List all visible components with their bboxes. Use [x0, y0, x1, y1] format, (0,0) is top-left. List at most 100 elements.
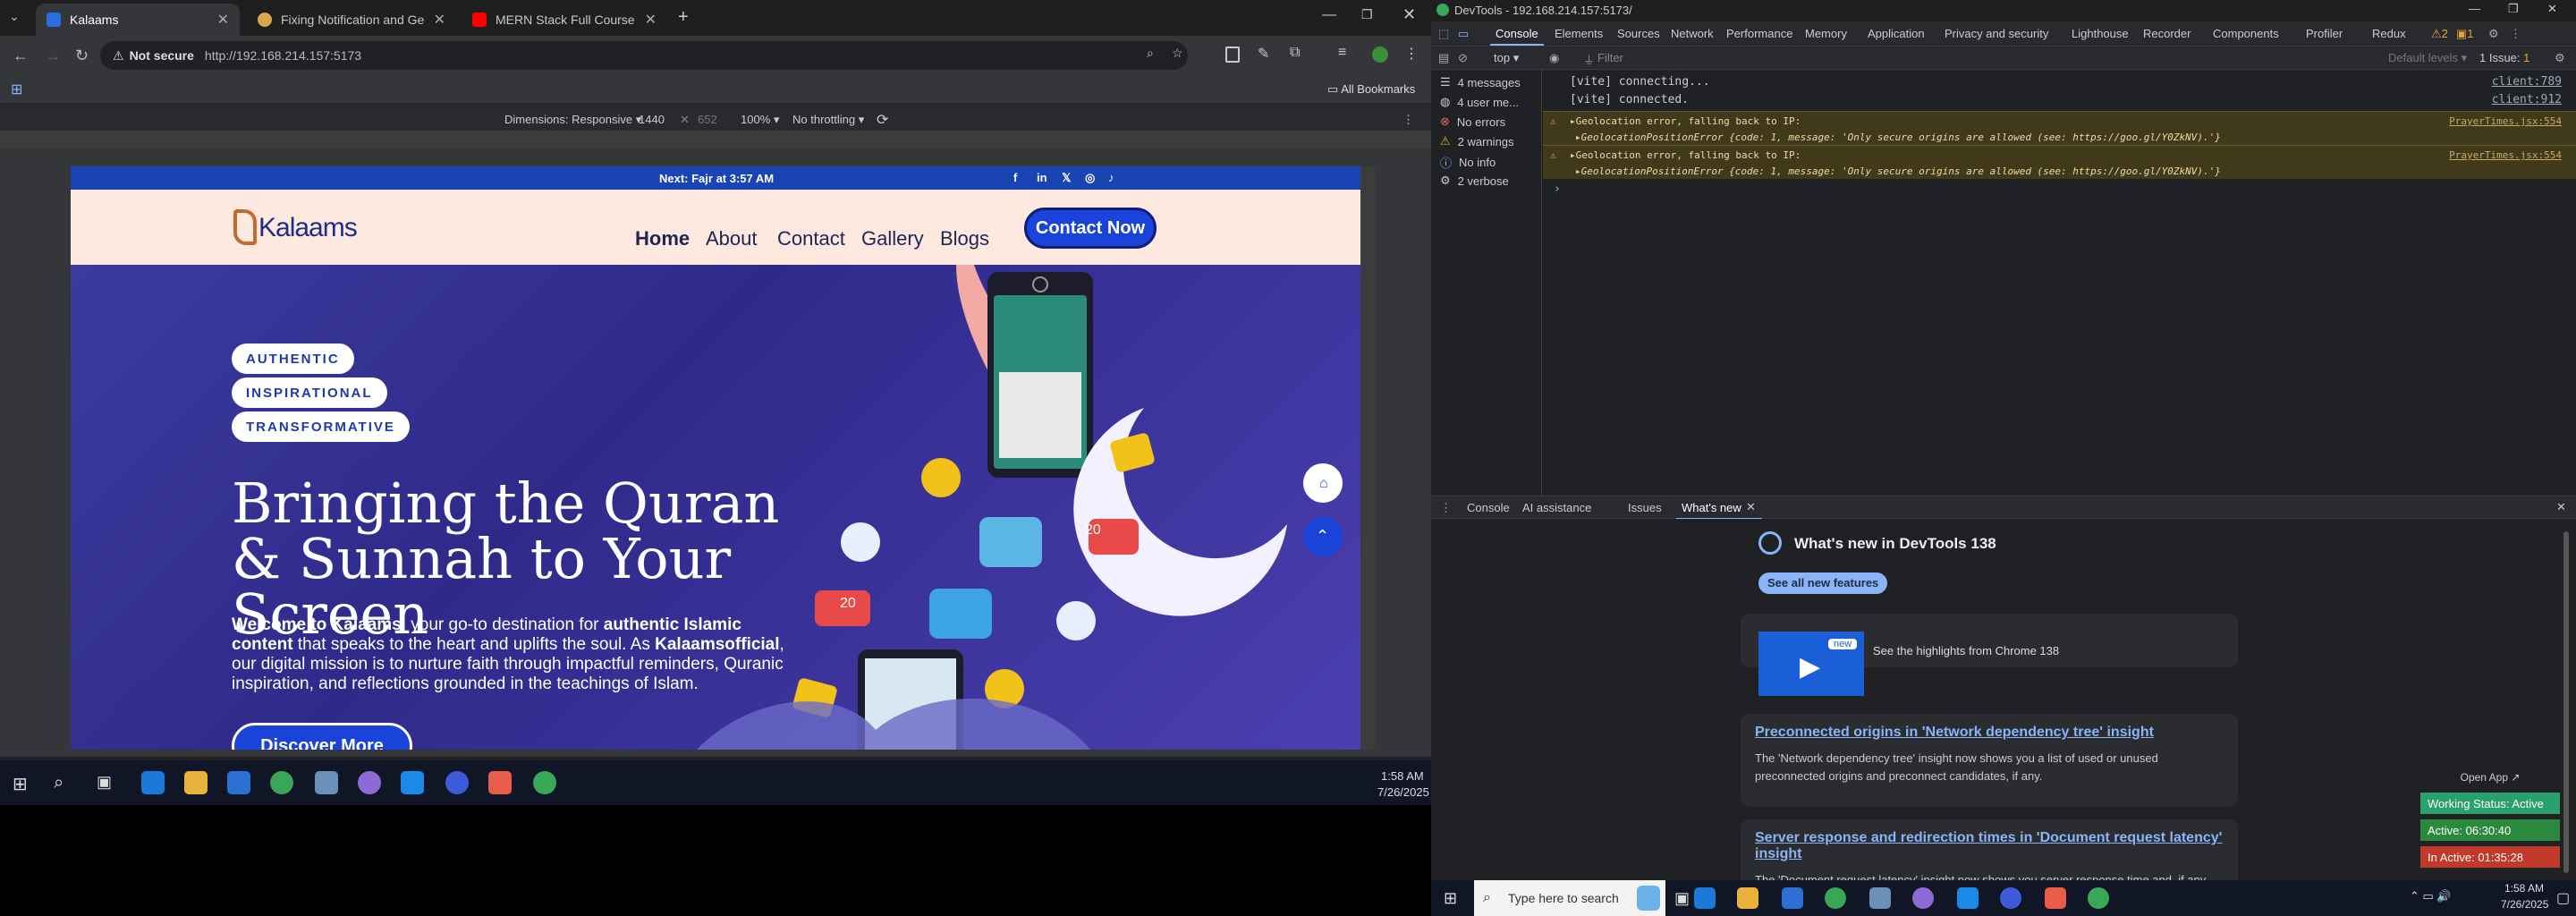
x-twitter-icon[interactable]: 𝕏 — [1062, 171, 1071, 185]
new-tab-icon[interactable]: + — [678, 7, 689, 28]
media-icon[interactable]: ≡ — [1338, 45, 1346, 61]
close-tab-icon[interactable]: ✕ — [217, 11, 229, 29]
close-window-icon[interactable]: ✕ — [2547, 2, 2557, 16]
tab-sources[interactable]: Sources — [1617, 27, 1660, 40]
chrome-icon[interactable] — [270, 771, 293, 794]
device-toggle-icon[interactable]: ▭ — [1458, 27, 1469, 41]
nav-contact[interactable]: Contact — [777, 227, 845, 250]
console-source-link[interactable]: client:912 — [2492, 91, 2562, 109]
zoom-app-icon[interactable] — [445, 771, 469, 794]
media-query-ruler[interactable] — [0, 131, 1431, 148]
floating-app-icon[interactable]: ⌂ — [1319, 476, 1328, 492]
console-source-link[interactable]: client:789 — [2492, 73, 2562, 91]
tab-elements[interactable]: Elements — [1555, 27, 1603, 40]
weather-widget-icon[interactable] — [1637, 886, 1660, 911]
apps-grid-icon[interactable]: ⊞ — [11, 81, 22, 98]
taskbar-date[interactable]: 7/26/2025 — [2501, 898, 2548, 911]
issues-link[interactable]: 1 Issue: 1 — [2479, 51, 2529, 64]
maximize-icon[interactable]: ❐ — [1361, 7, 1373, 22]
tab-profiler[interactable]: Profiler — [2306, 27, 2343, 40]
task-view-icon[interactable]: ▣ — [1674, 889, 1690, 908]
inspect-element-icon[interactable]: ⬚ — [1438, 27, 1449, 41]
app-icon-1[interactable] — [315, 771, 338, 794]
github-desktop-icon[interactable] — [1912, 887, 1934, 909]
sidebar-warnings[interactable]: ⚠ 2 warnings — [1440, 134, 1514, 148]
tab-search-icon[interactable]: ⌄ — [9, 9, 20, 24]
panel-scrollbar[interactable] — [2563, 531, 2569, 873]
facebook-icon[interactable]: f — [1013, 171, 1017, 184]
scroll-to-top-icon[interactable]: ⌃ — [1316, 527, 1329, 546]
taskbar-date[interactable]: 7/26/2025 — [1377, 785, 1429, 799]
github-desktop-icon[interactable] — [358, 771, 381, 794]
device-menu-icon[interactable]: ⋮ — [1402, 113, 1414, 127]
sidebar-messages[interactable]: ☰ 4 messages — [1440, 75, 1521, 89]
omnibox[interactable]: ⚠ Not secure http://192.168.214.157:5173… — [100, 41, 1188, 70]
context-selector[interactable]: top ▾ — [1494, 51, 1519, 65]
sidebar-info[interactable]: ⓘ No info — [1440, 154, 1496, 171]
tab-memory[interactable]: Memory — [1805, 27, 1847, 40]
edge-icon[interactable] — [1694, 887, 1716, 909]
app-icon-2[interactable] — [488, 771, 512, 794]
taskbar-time[interactable]: 1:58 AM — [1381, 769, 1424, 783]
zoom-app-icon[interactable] — [2000, 887, 2021, 909]
warning-detail[interactable]: ▸GeolocationPositionError {code: 1, mess… — [1570, 130, 2576, 146]
reload-icon[interactable]: ↻ — [75, 47, 89, 65]
chrome-icon[interactable] — [1825, 887, 1846, 909]
pen-icon[interactable]: ✎ — [1258, 45, 1269, 63]
tab-privacy-security[interactable]: Privacy and security — [1945, 27, 2048, 40]
sidebar-verbose[interactable]: ⚙ 2 verbose — [1440, 174, 1509, 188]
zoom-dropdown[interactable]: 100% ▾ — [741, 113, 779, 127]
warning-detail[interactable]: ▸GeolocationPositionError {code: 1, mess… — [1570, 164, 2576, 180]
instagram-icon[interactable]: ◎ — [1085, 171, 1095, 185]
viewport-resize-handle[interactable] — [1360, 166, 1375, 750]
open-app-link[interactable]: Open App ↗ — [2420, 771, 2560, 784]
profile-avatar[interactable] — [1372, 47, 1388, 63]
tab-console[interactable]: Console — [1496, 27, 1538, 40]
windows-start-icon[interactable]: ⊞ — [1444, 889, 1457, 908]
vscode-icon[interactable] — [401, 771, 424, 794]
live-expression-eye-icon[interactable]: ◉ — [1549, 51, 1559, 65]
windows-start-icon[interactable]: ⊞ — [13, 773, 28, 795]
console-source-link[interactable]: PrayerTimes.jsx:554 — [2449, 148, 2562, 164]
drawer-tab-ai-assistance[interactable]: AI assistance — [1522, 501, 1591, 514]
height-input[interactable]: 652 — [698, 113, 717, 126]
nav-blogs[interactable]: Blogs — [940, 227, 989, 250]
nav-home[interactable]: Home — [635, 227, 690, 250]
security-label[interactable]: Not secure — [130, 48, 194, 63]
console-warning[interactable]: ⚠ ▸Geolocation error, falling back to IP… — [1543, 145, 2576, 179]
close-drawer-tab-icon[interactable]: ✕ — [1746, 500, 1756, 514]
filter-input[interactable]: Filter — [1597, 51, 2009, 64]
see-all-features-button[interactable]: See all new features — [1758, 572, 1888, 594]
all-bookmarks[interactable]: ▭ All Bookmarks — [1327, 82, 1415, 97]
taskbar-time[interactable]: 1:58 AM — [2504, 882, 2544, 895]
issues-badge-icon[interactable]: ▣1 — [2456, 27, 2474, 41]
notification-icon[interactable]: ▢ — [2556, 889, 2570, 907]
tab-components[interactable]: Components — [2213, 27, 2279, 40]
sidebar-errors[interactable]: ⊗ No errors — [1440, 114, 1505, 129]
maximize-icon[interactable]: ❐ — [2508, 2, 2519, 16]
warnings-badge[interactable]: ⚠2 — [2431, 27, 2448, 41]
clear-console-icon[interactable]: ⊘ — [1458, 51, 1468, 65]
extension-icon[interactable] — [1225, 47, 1240, 63]
minimize-icon[interactable]: — — [1322, 7, 1336, 23]
discover-more-button[interactable]: Discover More — [232, 723, 412, 750]
kalaams-logo-icon[interactable] — [233, 209, 257, 245]
store-icon[interactable] — [227, 771, 250, 794]
console-source-link[interactable]: PrayerTimes.jsx:554 — [2449, 114, 2562, 130]
app-icon-2[interactable] — [2045, 887, 2066, 909]
dimensions-dropdown[interactable]: Dimensions: Responsive ▾ — [504, 113, 641, 127]
contact-now-button[interactable]: Contact Now — [1024, 208, 1157, 249]
nav-gallery[interactable]: Gallery — [861, 227, 924, 250]
drawer-tab-whats-new[interactable]: What's new — [1682, 501, 1741, 514]
whats-new-item-link[interactable]: Server response and redirection times in… — [1755, 830, 2222, 861]
tab-lighthouse[interactable]: Lighthouse — [2072, 27, 2129, 40]
taskbar-search-placeholder[interactable]: Type here to search — [1508, 891, 1619, 905]
file-explorer-icon[interactable] — [184, 771, 208, 794]
tab-fixing-notification[interactable]: Fixing Notification and Geoloca ✕ — [247, 4, 456, 36]
minimize-icon[interactable]: — — [2469, 2, 2480, 15]
tab-redux[interactable]: Redux — [2372, 27, 2406, 40]
console-settings-icon[interactable]: ⚙ — [2555, 51, 2565, 65]
chrome-icon-2[interactable] — [2088, 887, 2109, 909]
back-icon[interactable]: ← — [13, 47, 29, 65]
levels-dropdown[interactable]: Default levels ▾ — [2388, 51, 2467, 65]
